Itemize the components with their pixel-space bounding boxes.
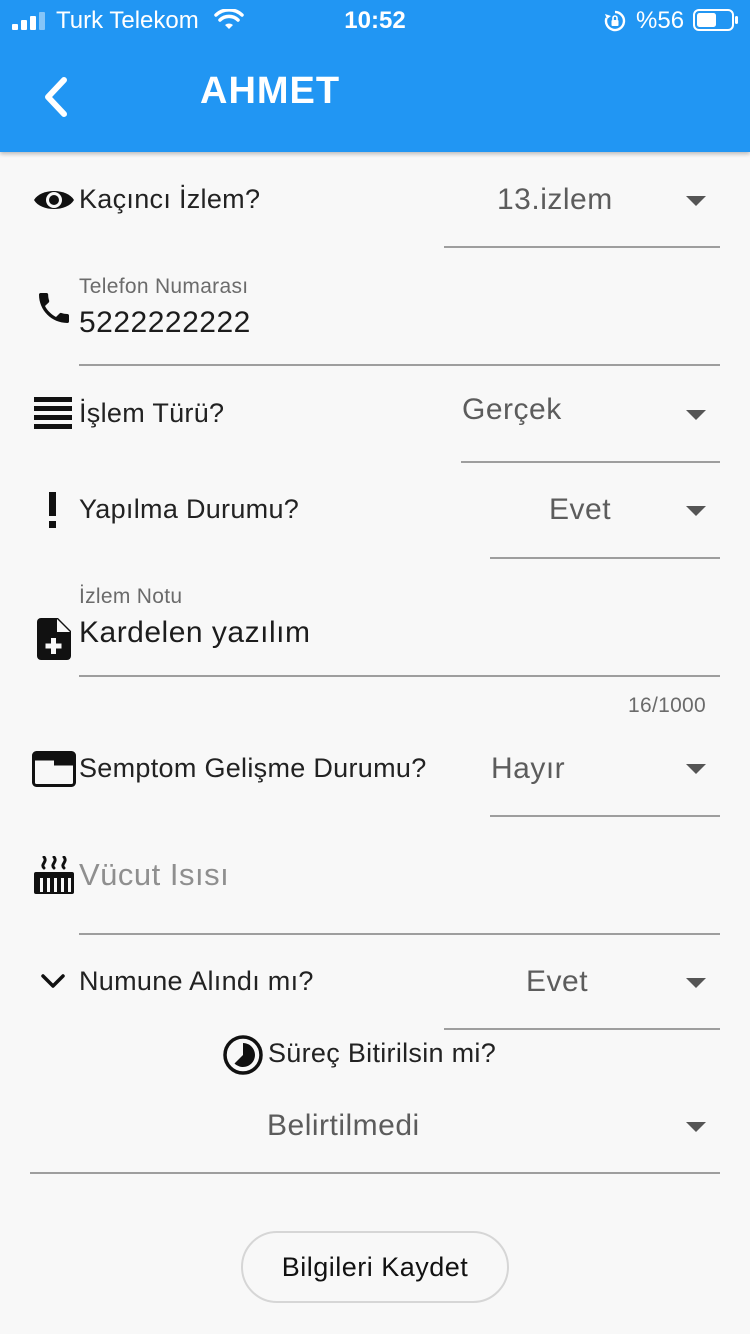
done-status-value: Evet xyxy=(549,493,612,526)
operation-type-value: Gerçek xyxy=(462,393,562,426)
chevron-down-icon xyxy=(41,974,65,988)
symptom-value: Hayır xyxy=(491,752,566,785)
operation-type-underline xyxy=(461,461,720,463)
heater-icon xyxy=(34,856,74,894)
symptom-label: Semptom Gelişme Durumu? xyxy=(79,753,427,783)
dropdown-caret-icon xyxy=(686,1122,706,1132)
app-bar: Turk Telekom 10:52 %56 AHMET xyxy=(0,0,750,152)
phone-underline xyxy=(79,364,720,366)
dropdown-caret-icon xyxy=(686,196,706,206)
phone-icon xyxy=(39,293,69,323)
rotation-lock-icon xyxy=(604,10,626,32)
dropdown-caret-icon xyxy=(686,764,706,774)
back-icon[interactable] xyxy=(30,70,86,126)
sample-value: Evet xyxy=(526,965,589,998)
note-add-icon xyxy=(37,618,71,660)
visit-value: 13.izlem xyxy=(497,183,613,216)
finish-process-label: Süreç Bitirilsin mi? xyxy=(268,1038,497,1068)
finish-process-underline xyxy=(30,1172,720,1174)
list-icon xyxy=(34,397,72,429)
phone-label: Telefon Numarası xyxy=(79,275,249,298)
dropdown-caret-icon xyxy=(686,978,706,988)
operation-type-label: İşlem Türü? xyxy=(79,398,225,428)
visit-note-counter: 16/1000 xyxy=(628,694,707,717)
body-temp-field[interactable]: Vücut Isısı xyxy=(79,857,229,893)
web-asset-icon xyxy=(32,751,76,787)
save-button[interactable]: Bilgileri Kaydet xyxy=(241,1231,509,1303)
dropdown-caret-icon xyxy=(686,410,706,420)
body-temp-underline xyxy=(79,933,720,935)
visit-note-field[interactable]: Kardelen yazılım xyxy=(79,615,310,651)
timelapse-icon xyxy=(223,1035,263,1075)
exclamation-icon xyxy=(49,492,56,528)
dropdown-caret-icon xyxy=(686,506,706,516)
battery-percent: %56 xyxy=(636,7,685,34)
done-status-underline xyxy=(490,557,720,559)
battery-icon xyxy=(693,9,738,31)
eye-icon xyxy=(34,191,74,209)
done-status-label: Yapılma Durumu? xyxy=(79,494,300,524)
visit-note-underline xyxy=(79,675,720,677)
finish-process-value: Belirtilmedi xyxy=(267,1109,420,1142)
page-title: AHMET xyxy=(200,70,341,112)
symptom-underline xyxy=(490,815,720,817)
visit-label: Kaçıncı İzlem? xyxy=(79,184,261,214)
sample-underline xyxy=(444,1028,720,1030)
sample-label: Numune Alındı mı? xyxy=(79,966,314,996)
visit-note-label: İzlem Notu xyxy=(79,585,183,608)
phone-field[interactable]: 5222222222 xyxy=(79,305,251,341)
visit-underline xyxy=(444,246,720,248)
